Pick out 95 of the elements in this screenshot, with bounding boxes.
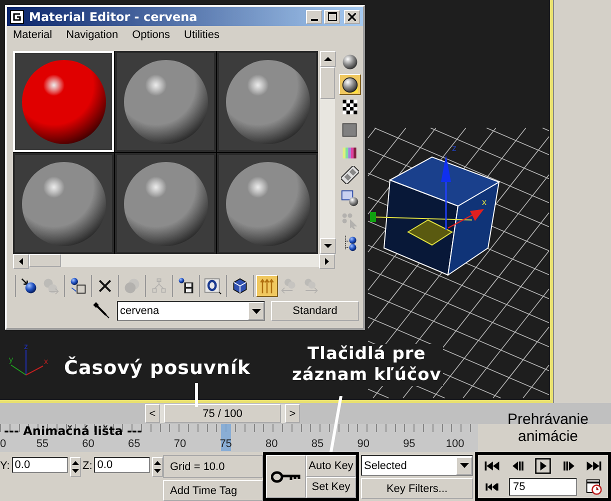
- close-icon: [348, 12, 356, 20]
- spinner-control[interactable]: [152, 457, 163, 477]
- spinner-arrows-icon: [154, 459, 162, 475]
- sample-slot[interactable]: [115, 153, 216, 254]
- axis-label: z: [452, 143, 456, 153]
- grid-status: Grid = 10.0: [163, 455, 263, 478]
- material-name-dropdown[interactable]: cervena: [117, 301, 265, 321]
- sample-slot[interactable]: [217, 153, 318, 254]
- window-title: Material Editor - cervena: [29, 10, 198, 24]
- next-frame-button[interactable]: >: [285, 404, 300, 423]
- menu-item[interactable]: Material: [13, 29, 52, 44]
- checker-icon: [341, 98, 359, 116]
- frame-number: 80: [266, 438, 278, 450]
- menu-item[interactable]: Utilities: [184, 29, 220, 44]
- frame-number: 65: [128, 438, 140, 450]
- coordinate-label: Z:: [82, 459, 92, 472]
- leader-line: [195, 383, 198, 407]
- ring-icon: [204, 277, 222, 295]
- spheres-arrow-icon: [42, 277, 60, 295]
- axis-label: z: [24, 342, 28, 351]
- scroll-thumb[interactable]: [320, 67, 335, 99]
- film-icon: [341, 166, 359, 184]
- key-selection-dropdown[interactable]: Selected: [361, 455, 473, 476]
- previous-frame-button[interactable]: <: [145, 404, 160, 423]
- material-type-button[interactable]: Standard: [271, 301, 359, 321]
- scroll-right-icon: [319, 254, 335, 269]
- eyedropper-icon[interactable]: [93, 302, 111, 320]
- caret-icon: [460, 463, 468, 468]
- dots-cursor-icon: [341, 212, 359, 230]
- key-mode-button[interactable]: [266, 455, 306, 498]
- window-sphere-icon: [341, 188, 359, 207]
- close-button[interactable]: [344, 10, 360, 24]
- scroll-left-icon: [13, 254, 29, 269]
- horizontal-scrollbar[interactable]: [13, 254, 335, 267]
- sample-slot[interactable]: [13, 153, 114, 254]
- sphere-lit-icon: [341, 76, 359, 94]
- minimize-icon: [310, 18, 318, 20]
- tree-icon: [150, 277, 168, 295]
- spinner-control[interactable]: [70, 457, 80, 477]
- scroll-up-icon: [320, 51, 336, 67]
- frame-field[interactable]: 75: [509, 478, 577, 496]
- time-slider[interactable]: < 75 / 100 >: [145, 404, 300, 423]
- disk-icon: [177, 277, 195, 295]
- sample-slot[interactable]: [217, 51, 318, 152]
- caret-icon: [252, 308, 260, 314]
- axis-label: y: [9, 355, 13, 364]
- annotation-label: --- Animačná lišta ---: [4, 425, 142, 438]
- play-icon: [534, 456, 552, 475]
- axis-tripod-icon: [10, 350, 44, 376]
- frame-number: 90: [357, 438, 370, 450]
- frame-number: 55: [36, 438, 49, 450]
- add-time-tag-button[interactable]: Add Time Tag: [163, 480, 263, 501]
- axis-label: x: [44, 357, 48, 366]
- frame-number: 75: [220, 438, 232, 450]
- spinner-arrows-icon: [72, 459, 79, 475]
- sphere-icon: [341, 52, 359, 71]
- leader-line: [329, 396, 343, 452]
- annotation-label: Časový posuvník: [64, 357, 251, 379]
- menu-item[interactable]: Navigation: [66, 29, 118, 44]
- bars-icon: [258, 277, 276, 295]
- annotation-label: Prehrávanie animácie: [506, 411, 590, 445]
- key-filters-button[interactable]: Key Filters...: [361, 478, 473, 499]
- frame-number: 95: [403, 438, 416, 450]
- coordinate-field[interactable]: 0.0: [12, 457, 68, 473]
- app-logo-icon: [10, 10, 24, 24]
- frame-number: 85: [311, 438, 324, 450]
- time-slider-thumb[interactable]: 75 / 100: [164, 404, 281, 423]
- coordinate-field[interactable]: 0.0: [94, 457, 150, 473]
- cube-icon: [231, 277, 249, 295]
- clock-window-icon: [585, 478, 603, 496]
- frame-number: 100: [446, 438, 464, 450]
- coordinate-label: Y:: [0, 459, 10, 472]
- current-frame-marker[interactable]: [220, 424, 231, 451]
- arrow-sphere-icon: [20, 277, 38, 295]
- square-icon: [341, 120, 359, 139]
- cross-icon: [96, 277, 114, 295]
- scroll-thumb[interactable]: [29, 254, 61, 267]
- minimize-button[interactable]: [306, 10, 322, 24]
- auto-key-button[interactable]: Auto Key: [306, 455, 356, 476]
- sample-slot[interactable]: [115, 51, 216, 152]
- toolbar-button[interactable]: [339, 74, 361, 96]
- menu-item[interactable]: Options: [132, 29, 170, 44]
- two-spheres-icon: [123, 277, 141, 295]
- frame-number: 60: [82, 438, 94, 450]
- frame-number: 70: [174, 438, 186, 450]
- maximize-icon: [328, 12, 336, 21]
- axis-label: x: [482, 197, 486, 207]
- key-icon: [271, 470, 301, 484]
- spheres-cube-icon: [69, 277, 87, 295]
- set-key-button[interactable]: Set Key: [306, 476, 356, 498]
- annotation-label: Tlačidlá pre záznam kľúčov: [290, 344, 444, 386]
- frame-number: 0: [0, 438, 6, 450]
- maximize-button[interactable]: [324, 10, 340, 24]
- vertical-scrollbar[interactable]: [320, 51, 335, 254]
- scroll-down-icon: [320, 238, 336, 254]
